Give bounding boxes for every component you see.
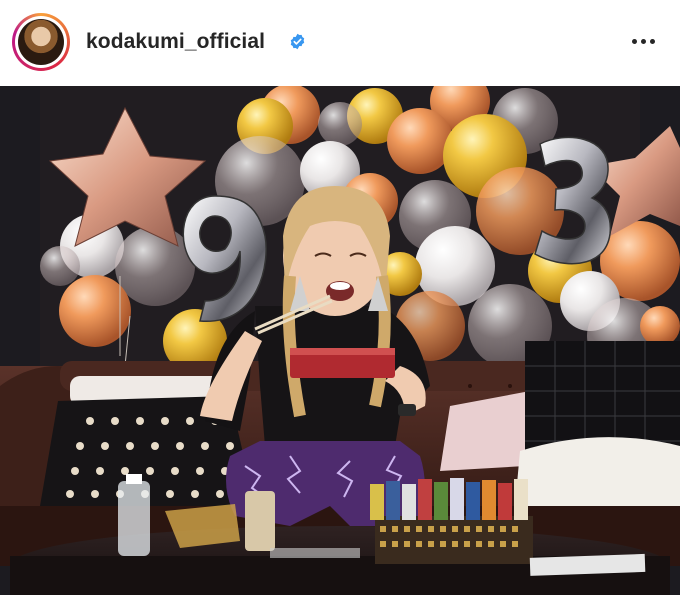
coffee-cup	[245, 491, 275, 551]
more-options-icon[interactable]	[628, 28, 658, 54]
username-link[interactable]: kodakumi_official	[86, 30, 265, 54]
wrist-watch	[398, 404, 416, 416]
avatar-photo	[18, 19, 64, 65]
post-header: kodakumi_official	[0, 0, 680, 86]
verified-badge-icon	[290, 33, 305, 50]
profile-avatar[interactable]	[12, 13, 70, 71]
water-bottle	[118, 481, 150, 556]
snack-basket	[375, 516, 533, 564]
post-image-illustration	[0, 86, 680, 595]
post-image[interactable]	[0, 86, 680, 595]
